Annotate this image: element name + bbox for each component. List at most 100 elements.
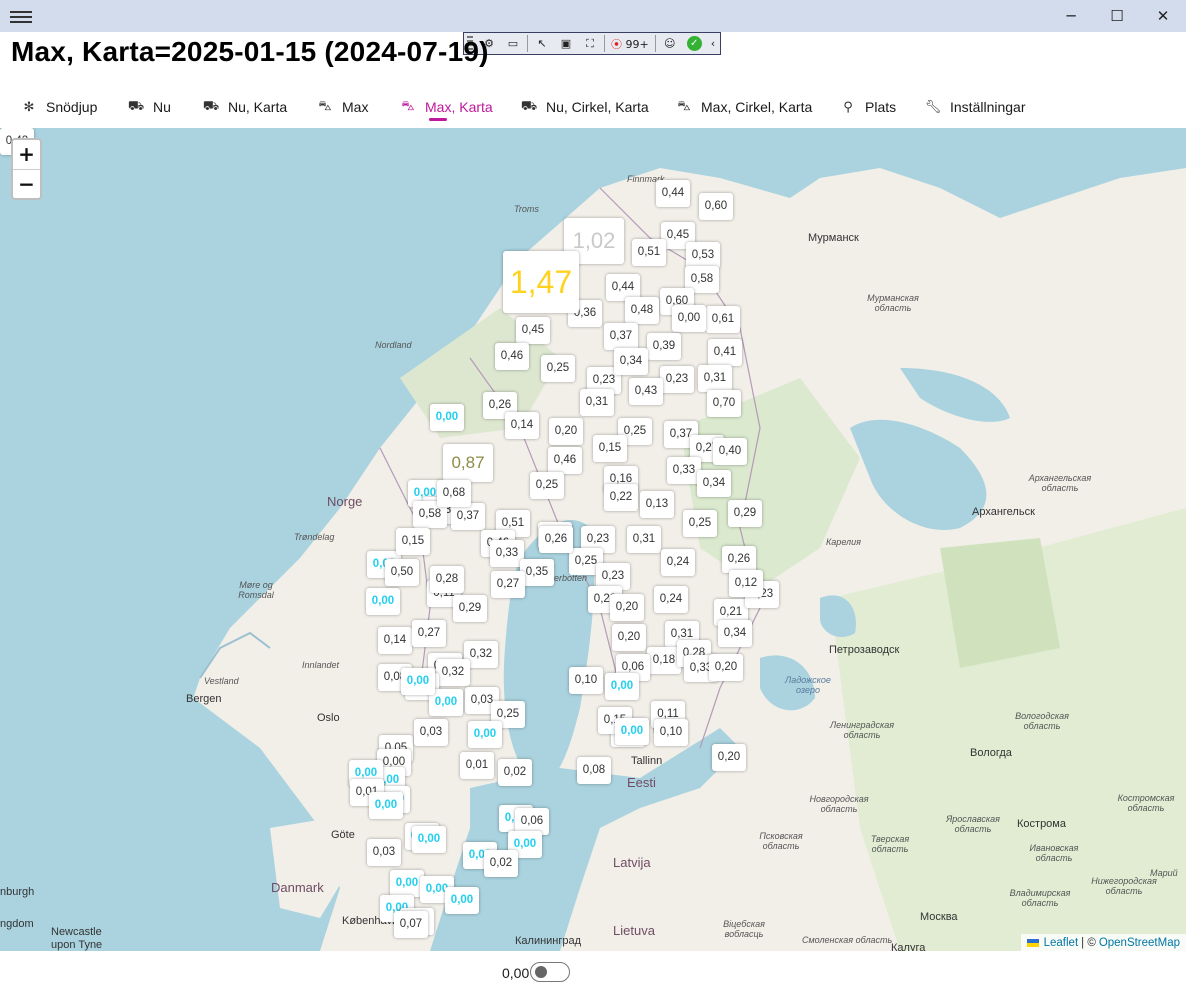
map-marker[interactable]: 0,31 bbox=[627, 526, 661, 553]
video-icon[interactable]: ▭ bbox=[501, 37, 525, 50]
accessibility-icon[interactable]: ☺ bbox=[658, 37, 682, 50]
map-marker[interactable]: 0,41 bbox=[708, 339, 742, 366]
map-marker[interactable]: 0,27 bbox=[491, 571, 525, 598]
map-marker[interactable]: 0,44 bbox=[656, 180, 690, 207]
map-marker[interactable]: 0,03 bbox=[367, 839, 401, 866]
tab-nu-cirkel-karta[interactable]: ⛟ Nu, Cirkel, Karta bbox=[521, 92, 649, 122]
map-marker[interactable]: 0,53 bbox=[686, 242, 720, 269]
select-box-icon[interactable]: ▣ bbox=[554, 37, 578, 50]
tab-plats[interactable]: ⚲ Plats bbox=[840, 92, 896, 122]
map-marker[interactable]: 0,00 bbox=[605, 673, 639, 700]
map-marker[interactable]: 0,18 bbox=[647, 647, 681, 674]
map-marker[interactable]: 0,68 bbox=[437, 480, 471, 507]
map-marker[interactable]: 0,10 bbox=[654, 719, 688, 746]
map-marker[interactable]: 0,25 bbox=[683, 510, 717, 537]
map-marker[interactable]: 0,20 bbox=[610, 594, 644, 621]
zoom-out-button[interactable]: − bbox=[13, 170, 40, 199]
map-marker[interactable]: 0,20 bbox=[612, 624, 646, 651]
map-marker[interactable]: 0,02 bbox=[498, 759, 532, 786]
minimize-button[interactable]: ─ bbox=[1048, 0, 1094, 32]
maximize-button[interactable]: ☐ bbox=[1094, 0, 1140, 32]
map-marker[interactable]: 0,46 bbox=[495, 343, 529, 370]
map-marker[interactable]: 0,50 bbox=[385, 559, 419, 586]
map-marker[interactable]: 0,00 bbox=[412, 826, 446, 853]
map-marker[interactable]: 0,43 bbox=[629, 378, 663, 405]
chevron-left-icon[interactable]: ‹ bbox=[707, 37, 719, 50]
map-marker[interactable]: 0,00 bbox=[366, 588, 400, 615]
map-marker[interactable]: 0,26 bbox=[539, 526, 573, 553]
toggle-switch[interactable] bbox=[530, 962, 570, 982]
map-marker[interactable]: 0,60 bbox=[699, 193, 733, 220]
map-marker[interactable]: 0,33 bbox=[667, 457, 701, 484]
map-marker[interactable]: 0,01 bbox=[460, 752, 494, 779]
check-icon[interactable]: ✓ bbox=[686, 36, 702, 51]
tab-snodjup[interactable]: ✻ Snödjup bbox=[21, 92, 98, 122]
map-marker[interactable]: 0,29 bbox=[453, 595, 487, 622]
map-marker[interactable]: 0,40 bbox=[713, 438, 747, 465]
map-marker[interactable]: 0,31 bbox=[698, 365, 732, 392]
map-marker[interactable]: 0,35 bbox=[520, 559, 554, 586]
map-marker[interactable]: 0,03 bbox=[414, 719, 448, 746]
map-marker[interactable]: 0,48 bbox=[625, 297, 659, 324]
map-marker[interactable]: 0,22 bbox=[604, 484, 638, 511]
map-marker[interactable]: 0,24 bbox=[654, 586, 688, 613]
map-marker[interactable]: 0,00 bbox=[401, 668, 435, 695]
map-marker[interactable]: 0,24 bbox=[661, 549, 695, 576]
map-marker[interactable]: 0,02 bbox=[484, 850, 518, 877]
map-marker[interactable]: 0,00 bbox=[369, 792, 403, 819]
map-marker[interactable]: 0,28 bbox=[430, 566, 464, 593]
map-marker[interactable]: 0,12 bbox=[729, 570, 763, 597]
map-marker[interactable]: 0,14 bbox=[378, 627, 412, 654]
map-marker[interactable]: 0,00 bbox=[445, 887, 479, 914]
map-marker[interactable]: 1,47 bbox=[503, 251, 579, 313]
map-marker[interactable]: 0,29 bbox=[728, 500, 762, 527]
map-marker[interactable]: 0,45 bbox=[516, 317, 550, 344]
tab-nu[interactable]: ⛟ Nu bbox=[128, 92, 171, 122]
map-marker[interactable]: 0,26 bbox=[722, 546, 756, 573]
map-marker[interactable]: 0,13 bbox=[640, 491, 674, 518]
map-marker[interactable]: 0,08 bbox=[577, 757, 611, 784]
map-marker[interactable]: 0,07 bbox=[394, 911, 428, 938]
map-marker[interactable]: 0,34 bbox=[697, 470, 731, 497]
map-marker[interactable]: 0,00 bbox=[390, 870, 424, 897]
map-marker[interactable]: 0,34 bbox=[718, 620, 752, 647]
layout-adorner-icon[interactable]: ⛶ bbox=[578, 37, 602, 51]
zoom-in-button[interactable]: + bbox=[13, 140, 40, 170]
map-view[interactable]: Norge Danmark Latvija Eesti Lietuva Мурм… bbox=[0, 128, 1186, 951]
binding-failures-counter[interactable]: ⦿ 99+ bbox=[607, 36, 653, 52]
map-marker[interactable]: 0,31 bbox=[580, 389, 614, 416]
tab-max-cirkel-karta[interactable]: ⛍ Max, Cirkel, Karta bbox=[676, 92, 812, 122]
map-marker[interactable]: 0,00 bbox=[615, 718, 649, 745]
map-marker[interactable]: 0,70 bbox=[707, 390, 741, 417]
map-marker[interactable]: 0,15 bbox=[593, 435, 627, 462]
tab-installningar[interactable]: 🔧︎ Inställningar bbox=[925, 92, 1026, 122]
tab-nu-karta[interactable]: ⛟ Nu, Karta bbox=[203, 92, 287, 122]
map-marker[interactable]: 0,10 bbox=[569, 667, 603, 694]
map-marker[interactable]: 0,33 bbox=[490, 540, 524, 567]
map-marker[interactable]: 0,15 bbox=[396, 528, 430, 555]
tab-max-karta[interactable]: ⛍ Max, Karta bbox=[400, 92, 493, 122]
map-marker[interactable]: 0,25 bbox=[541, 355, 575, 382]
hamburger-menu-icon[interactable] bbox=[10, 8, 32, 24]
map-marker[interactable]: 0,87 bbox=[443, 444, 493, 482]
map-marker[interactable]: 0,00 bbox=[468, 721, 502, 748]
map-marker[interactable]: 0,34 bbox=[614, 348, 648, 375]
map-marker[interactable]: 0,37 bbox=[451, 503, 485, 530]
map-marker[interactable]: 0,14 bbox=[505, 412, 539, 439]
close-button[interactable]: ✕ bbox=[1140, 0, 1186, 32]
map-marker[interactable]: 0,32 bbox=[436, 659, 470, 686]
map-marker[interactable]: 0,61 bbox=[706, 306, 740, 333]
map-marker[interactable]: 0,20 bbox=[712, 744, 746, 771]
select-pointer-icon[interactable]: ↖ bbox=[530, 37, 554, 50]
map-marker[interactable]: 0,37 bbox=[604, 323, 638, 350]
map-marker[interactable]: 0,27 bbox=[412, 620, 446, 647]
tab-max[interactable]: ⛍ Max bbox=[317, 92, 368, 122]
map-marker[interactable]: 0,20 bbox=[709, 654, 743, 681]
map-marker[interactable]: 0,00 bbox=[430, 404, 464, 431]
map-marker[interactable]: 0,39 bbox=[647, 333, 681, 360]
map-marker[interactable]: 0,25 bbox=[530, 472, 564, 499]
leaflet-link[interactable]: Leaflet bbox=[1044, 937, 1079, 949]
map-marker[interactable]: 0,00 bbox=[672, 305, 706, 332]
map-marker[interactable]: 0,23 bbox=[660, 366, 694, 393]
map-marker[interactable]: 0,46 bbox=[548, 447, 582, 474]
